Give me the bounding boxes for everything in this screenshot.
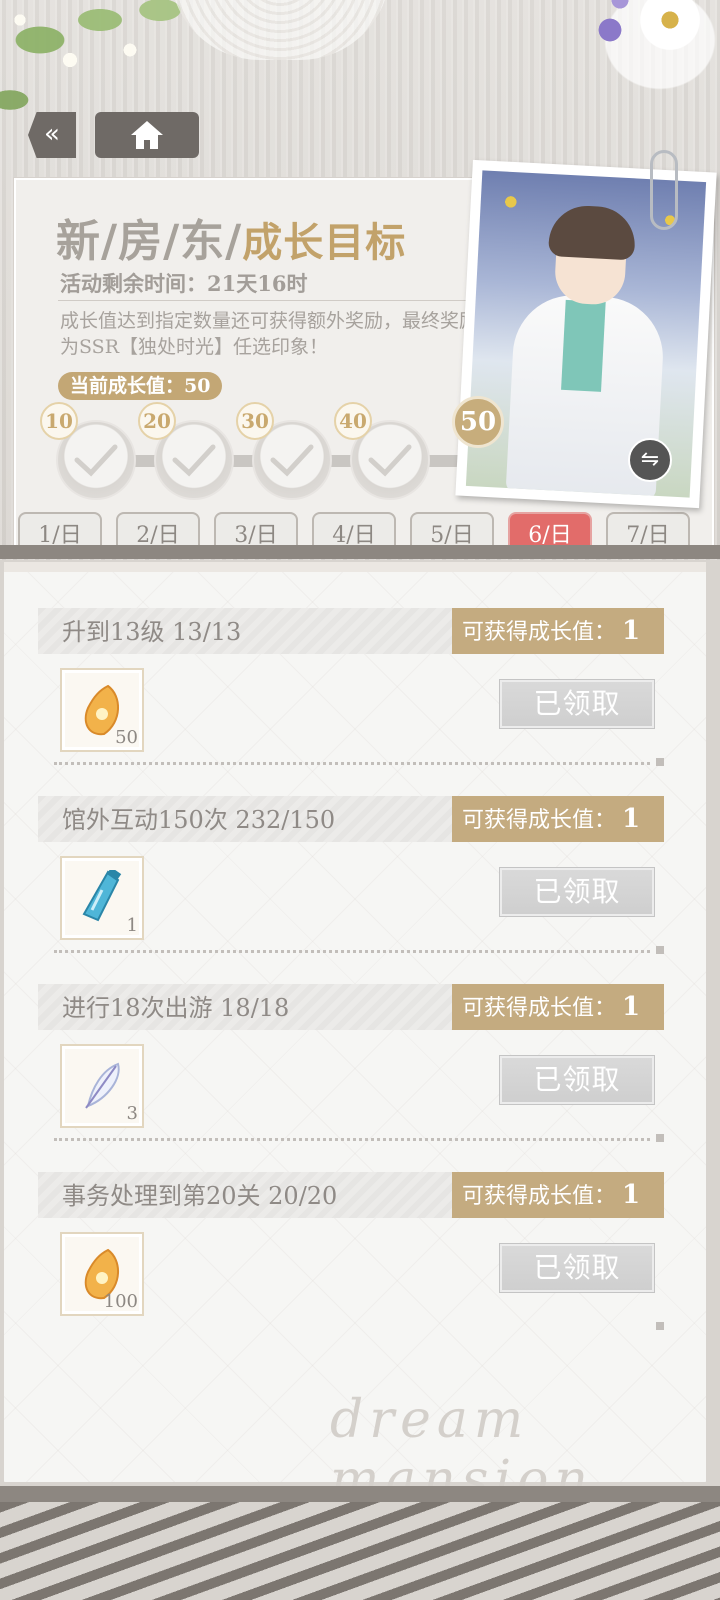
- task-name: 升到13级 13/13: [62, 618, 242, 646]
- reward-item-slot[interactable]: 3: [60, 1044, 144, 1128]
- task-name: 进行18次出游 18/18: [62, 994, 290, 1022]
- reward-item-slot[interactable]: 50: [60, 668, 144, 752]
- milestone-value: 10: [40, 402, 78, 440]
- reward-text: 可获得成长值：: [462, 1184, 617, 1209]
- item-quantity: 100: [103, 1291, 138, 1312]
- growth-reward-label: 可获得成长值： 1: [452, 608, 664, 654]
- dotted-divider: [54, 950, 650, 953]
- reward-text: 可获得成长值：: [462, 996, 617, 1021]
- item-quantity: 50: [115, 727, 138, 748]
- title-event-name: 新/房/东/: [56, 216, 243, 267]
- title-goal: 成长目标: [242, 219, 407, 266]
- time-remaining: 活动剩余时间：21天16时: [60, 271, 308, 296]
- character-hair: [548, 203, 637, 261]
- check-icon: [270, 444, 314, 477]
- reward-item-slot[interactable]: 1: [60, 856, 144, 940]
- reward-value: 1: [622, 804, 641, 834]
- task-row: 进行18次出游 18/18 可获得成长值： 1 3 已领取: [38, 984, 664, 1164]
- reward-value: 1: [622, 616, 641, 646]
- home-icon: [131, 121, 163, 149]
- growth-reward-label: 可获得成长值： 1: [452, 1172, 664, 1218]
- task-header: 事务处理到第20关 20/20 可获得成长值： 1: [38, 1172, 664, 1218]
- character-scrub: [561, 299, 606, 392]
- item-quantity: 3: [126, 1103, 138, 1124]
- dotted-divider: [54, 762, 650, 765]
- task-row: 升到13级 13/13 可获得成长值： 1 50 已领取: [38, 608, 664, 788]
- description-text: 成长值达到指定数量还可获得额外奖励，最终奖励为SSR【独处时光】任选印象！: [60, 310, 479, 358]
- feather-icon: [85, 1062, 120, 1109]
- reward-item-slot[interactable]: 100: [60, 1232, 144, 1316]
- check-icon: [172, 444, 216, 477]
- milestone-value: 30: [236, 402, 274, 440]
- item-quantity: 1: [126, 915, 138, 936]
- task-row: 馆外互动150次 232/150 可获得成长值： 1 1 已领取: [38, 796, 664, 976]
- page-title: 新/房/东/成长目标: [56, 205, 406, 269]
- claimed-button[interactable]: 已领取: [500, 1056, 654, 1104]
- tabs-underline: [0, 545, 720, 559]
- claimed-button[interactable]: 已领取: [500, 1244, 654, 1292]
- task-header: 馆外互动150次 232/150 可获得成长值： 1: [38, 796, 664, 842]
- check-icon: [74, 444, 118, 477]
- divider-end: [656, 758, 664, 766]
- panel-bottom-bar: [0, 1486, 720, 1502]
- check-icon: [368, 444, 412, 477]
- claimed-button[interactable]: 已领取: [500, 680, 654, 728]
- dotted-divider: [54, 1138, 650, 1141]
- reward-value: 1: [622, 992, 641, 1022]
- back-button[interactable]: «: [28, 112, 76, 158]
- claimed-button[interactable]: 已领取: [500, 868, 654, 916]
- task-header: 升到13级 13/13 可获得成长值： 1: [38, 608, 664, 654]
- floor-decoration: [0, 1502, 720, 1600]
- divider-end: [656, 1322, 664, 1330]
- swap-icon[interactable]: ⇋: [628, 438, 672, 482]
- paperclip-decoration: [650, 150, 678, 230]
- milestone-value: 20: [138, 402, 176, 440]
- home-button[interactable]: [95, 112, 199, 158]
- divider-end: [656, 946, 664, 954]
- reward-text: 可获得成长值：: [462, 620, 617, 645]
- divider-end: [656, 1134, 664, 1142]
- task-name: 事务处理到第20关 20/20: [62, 1182, 338, 1210]
- final-goal-badge: 50: [452, 396, 504, 448]
- task-header: 进行18次出游 18/18 可获得成长值： 1: [38, 984, 664, 1030]
- task-name: 馆外互动150次 232/150: [62, 806, 336, 834]
- current-growth-badge: 当前成长值：50: [58, 372, 223, 400]
- reward-text: 可获得成长值：: [462, 808, 617, 833]
- milestone-value: 40: [334, 402, 372, 440]
- blue-tube-icon: [82, 870, 122, 922]
- growth-reward-label: 可获得成长值： 1: [452, 796, 664, 842]
- task-row: 事务处理到第20关 20/20 可获得成长值： 1 100 已领取: [38, 1172, 664, 1352]
- reward-value: 1: [622, 1180, 641, 1210]
- growth-reward-label: 可获得成长值： 1: [452, 984, 664, 1030]
- back-arrow-icon: «: [44, 119, 60, 149]
- divider: [58, 300, 488, 301]
